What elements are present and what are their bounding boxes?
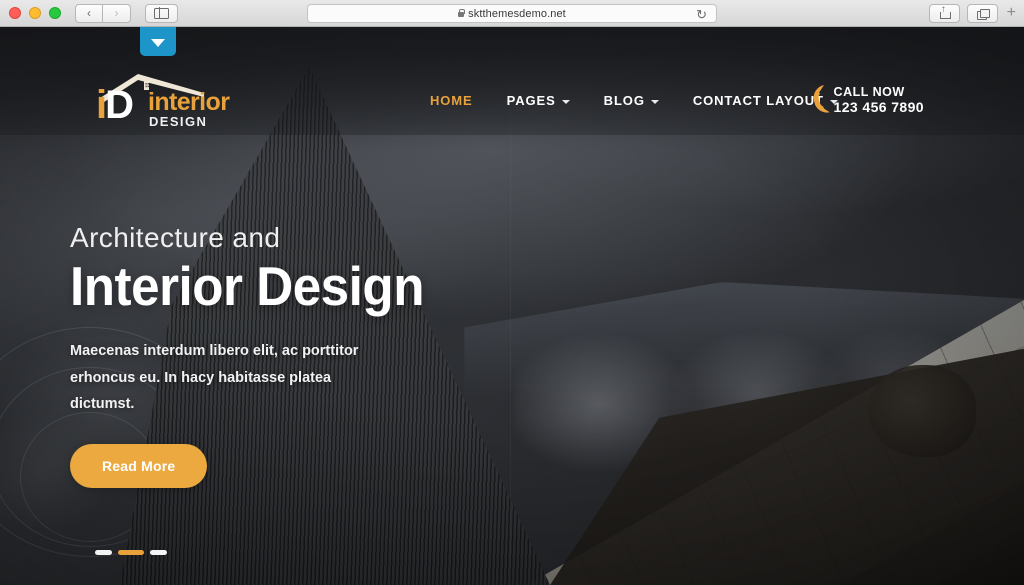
web-page: iD interior DESIGN HOME PAGES BLOG CONTA… xyxy=(0,27,1024,585)
hero-description: Maecenas interdum libero elit, ac portti… xyxy=(70,342,359,413)
forward-button[interactable]: › xyxy=(103,3,131,23)
nav-item-blog-label: BLOG xyxy=(603,93,645,108)
browser-right-controls: + xyxy=(928,4,1020,23)
chevron-down-icon xyxy=(561,99,570,104)
window-traffic-lights xyxy=(0,7,61,19)
logo-monogram-d: D xyxy=(105,83,134,127)
nav-item-blog[interactable]: BLOG xyxy=(604,93,659,108)
site-header: iD interior DESIGN HOME PAGES BLOG CONTA… xyxy=(0,27,1024,135)
hero-title: Interior Design xyxy=(70,255,424,317)
slider-dot-1[interactable] xyxy=(95,550,112,555)
nav-item-contact-layout-label: CONTACT LAYOUT xyxy=(692,93,824,108)
nav-item-home-label: HOME xyxy=(430,93,473,108)
browser-nav-buttons: ‹ › xyxy=(75,3,131,23)
site-logo[interactable]: iD interior DESIGN xyxy=(92,69,230,131)
url-text: sktthemesdemo.net xyxy=(468,7,566,20)
slider-dot-3[interactable] xyxy=(150,550,167,555)
hero-kicker: Architecture and xyxy=(70,222,281,253)
share-icon xyxy=(939,5,951,19)
reload-icon[interactable]: ↻ xyxy=(696,8,707,21)
maximize-window-button[interactable] xyxy=(49,7,61,19)
chevron-down-icon xyxy=(650,99,659,104)
slider-pagination xyxy=(95,550,167,555)
minimize-window-button[interactable] xyxy=(29,7,41,19)
url-text-group: sktthemesdemo.net xyxy=(458,8,566,20)
back-arrow-icon: ‹ xyxy=(87,6,91,20)
main-navigation: HOME PAGES BLOG CONTACT LAYOUT xyxy=(430,93,838,108)
logo-monogram: iD xyxy=(96,83,134,127)
sidebar-toggle-button[interactable] xyxy=(145,3,178,23)
nav-item-pages-label: PAGES xyxy=(506,93,556,108)
back-button[interactable]: ‹ xyxy=(75,3,103,23)
sidebar-icon xyxy=(154,7,169,19)
tabs-overview-icon xyxy=(976,8,990,20)
call-now-block[interactable]: CALL NOW 123 456 7890 xyxy=(810,85,924,116)
new-tab-button[interactable]: + xyxy=(1005,4,1020,23)
lock-icon xyxy=(458,8,466,17)
call-now-text: CALL NOW 123 456 7890 xyxy=(834,85,924,115)
browser-toolbar: ‹ › sktthemesdemo.net ↻ + xyxy=(0,0,1024,27)
read-more-button[interactable]: Read More xyxy=(70,444,208,489)
logo-monogram-i: i xyxy=(96,83,107,127)
nav-item-home[interactable]: HOME xyxy=(430,93,473,108)
close-window-button[interactable] xyxy=(9,7,21,19)
call-now-label: CALL NOW xyxy=(833,85,905,99)
logo-subtitle: DESIGN xyxy=(149,114,208,129)
phone-icon xyxy=(810,85,830,116)
chevron-down-icon xyxy=(151,39,165,47)
tabs-overview-button[interactable] xyxy=(966,4,998,23)
address-bar[interactable]: sktthemesdemo.net ↻ xyxy=(307,4,717,23)
forward-arrow-icon: › xyxy=(114,6,119,20)
hero-content: Architecture and Interior Design Maecena… xyxy=(70,222,590,489)
call-now-number: 123 456 7890 xyxy=(833,99,924,116)
nav-item-pages[interactable]: PAGES xyxy=(507,93,570,108)
slider-dot-2[interactable] xyxy=(118,550,144,555)
download-indicator-tab[interactable] xyxy=(140,27,176,56)
logo-wordmark: interior xyxy=(148,88,230,116)
share-button[interactable] xyxy=(928,4,960,23)
